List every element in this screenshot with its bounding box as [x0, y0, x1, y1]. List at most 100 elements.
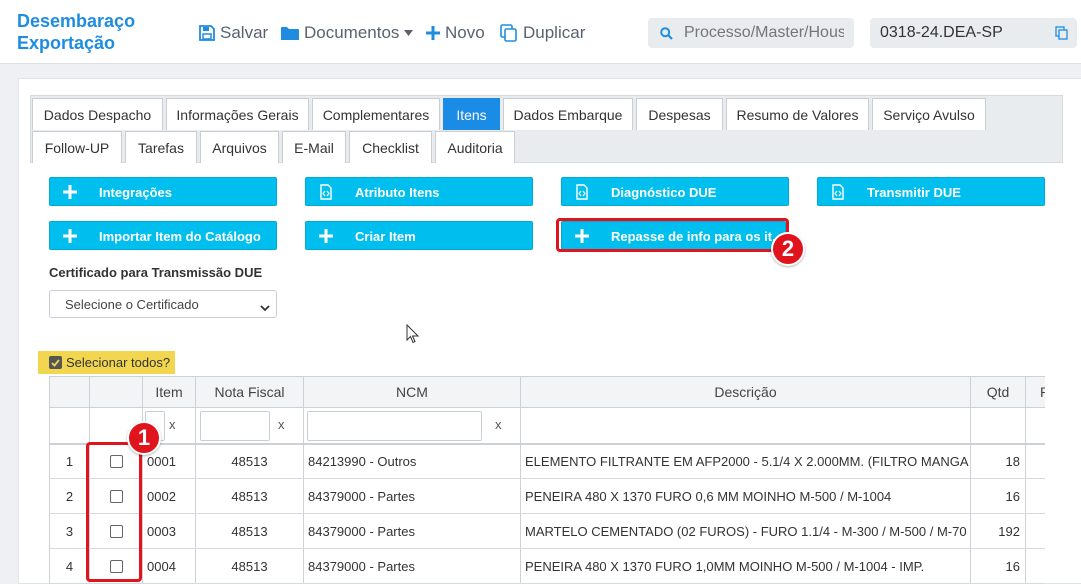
app-title-line2: Exportação — [17, 33, 116, 53]
header-nota-fiscal[interactable]: Nota Fiscal — [196, 377, 304, 407]
row-descricao: PENEIRA 480 X 1370 FURO 0,6 MM MOINHO M-… — [521, 479, 971, 513]
annotation-badge-1: 1 — [127, 421, 161, 455]
duplicate-label: Duplicar — [523, 23, 586, 42]
row-qtd: 18 — [971, 445, 1026, 478]
copy-process-icon[interactable] — [1055, 26, 1069, 45]
criar-item-button[interactable]: Criar Item — [305, 221, 533, 250]
certificate-selected: Selecione o Certificado — [65, 296, 199, 312]
save-button[interactable]: Salvar — [199, 20, 268, 46]
select-all-toggle[interactable]: Selecionar todos? — [38, 351, 175, 374]
table-row[interactable]: 3 0003 48513 84379000 - Partes MARTELO C… — [50, 514, 1045, 549]
table-row[interactable]: 1 0001 48513 84213990 - Outros ELEMENTO … — [50, 444, 1045, 479]
row-descricao: MARTELO CEMENTADO (02 FUROS) - FURO 1.1/… — [521, 514, 971, 548]
row-ncm: 84213990 - Outros — [304, 445, 521, 478]
row-descricao: PENEIRA 480 X 1370 FURO 1,0MM MOINHO M-5… — [521, 549, 971, 583]
tab-tarefas[interactable]: Tarefas — [125, 131, 197, 163]
header-select — [90, 377, 143, 407]
filter-cell-ncm: x — [304, 408, 521, 443]
tab-arquivos[interactable]: Arquivos — [200, 131, 279, 163]
tab-e-mail[interactable]: E-Mail — [282, 131, 346, 163]
new-button[interactable]: Novo — [426, 20, 485, 46]
process-number-field[interactable]: 0318-24.DEA-SP — [870, 18, 1077, 48]
tab-follow-up[interactable]: Follow-UP — [32, 131, 122, 163]
items-table: Item Nota Fiscal NCM Descrição Qtd P x x… — [49, 376, 1045, 584]
duplicate-button[interactable]: Duplicar — [500, 20, 585, 46]
filter-nota-fiscal-clear[interactable]: x — [278, 417, 285, 432]
row-qtd: 192 — [971, 514, 1026, 548]
row-nota-fiscal: 48513 — [196, 514, 304, 548]
annotation-highlight-1 — [86, 442, 142, 582]
row-number: 4 — [50, 549, 90, 583]
filter-cell-nota-fiscal: x — [196, 408, 304, 443]
tab-auditoria[interactable]: Auditoria — [435, 131, 515, 163]
tab-itens[interactable]: Itens — [443, 98, 500, 130]
tab-complementares[interactable]: Complementares — [312, 98, 440, 130]
row-extra — [1026, 445, 1045, 478]
header-descricao[interactable]: Descrição — [521, 377, 971, 407]
transmitir-due-label: Transmitir DUE — [867, 185, 961, 200]
top-bar: Desembaraço Exportação Salvar Documentos… — [0, 0, 1081, 64]
criar-item-label: Criar Item — [355, 229, 416, 244]
filter-item-clear[interactable]: x — [169, 417, 176, 432]
filter-cell-descricao — [521, 408, 971, 443]
filter-nota-fiscal-input[interactable] — [200, 411, 270, 441]
header-item[interactable]: Item — [143, 377, 196, 407]
plus-icon — [426, 26, 440, 40]
table-row[interactable]: 4 0004 48513 84379000 - Partes PENEIRA 4… — [50, 549, 1045, 584]
row-item: 0004 — [143, 549, 196, 583]
folder-icon — [281, 26, 299, 41]
filter-cell-qtd — [971, 408, 1026, 443]
certificate-select[interactable]: Selecione o Certificado — [49, 290, 277, 318]
row-item: 0003 — [143, 514, 196, 548]
tab-resumo-de-valores[interactable]: Resumo de Valores — [726, 98, 869, 130]
filter-cell-blank — [50, 408, 90, 443]
atributo-itens-button[interactable]: Atributo Itens — [305, 177, 533, 206]
save-icon — [199, 25, 215, 41]
app-title: Desembaraço Exportação — [17, 10, 135, 54]
row-extra — [1026, 514, 1045, 548]
new-label: Novo — [445, 23, 485, 42]
filter-cell-extra — [1026, 408, 1045, 443]
row-ncm: 84379000 - Partes — [304, 514, 521, 548]
row-ncm: 84379000 - Partes — [304, 549, 521, 583]
importar-item-label: Importar Item do Catálogo — [99, 229, 261, 244]
row-extra — [1026, 479, 1045, 513]
diagnostico-due-button[interactable]: Diagnóstico DUE — [561, 177, 789, 206]
filter-ncm-clear[interactable]: x — [495, 417, 502, 432]
row-descricao: ELEMENTO FILTRANTE EM AFP2000 - 5.1/4 X … — [521, 445, 971, 478]
atributo-itens-label: Atributo Itens — [355, 185, 440, 200]
row-nota-fiscal: 48513 — [196, 549, 304, 583]
documents-label: Documentos — [304, 23, 400, 42]
row-number: 1 — [50, 445, 90, 478]
mouse-cursor-icon — [406, 323, 420, 347]
tab-dados-despacho[interactable]: Dados Despacho — [32, 98, 163, 130]
importar-item-catalogo-button[interactable]: Importar Item do Catálogo — [49, 221, 277, 250]
code-file-icon — [574, 184, 590, 200]
row-qtd: 16 — [971, 549, 1026, 583]
documents-dropdown[interactable]: Documentos — [281, 20, 414, 46]
plus-icon — [62, 184, 78, 200]
process-search — [648, 18, 854, 48]
header-ncm[interactable]: NCM — [304, 377, 521, 407]
tab-despesas[interactable]: Despesas — [636, 98, 723, 130]
code-file-icon — [318, 184, 334, 200]
save-label: Salvar — [220, 23, 269, 42]
header-row-number — [50, 377, 90, 407]
row-number: 3 — [50, 514, 90, 548]
tab-checklist[interactable]: Checklist — [349, 131, 432, 163]
diagnostico-due-label: Diagnóstico DUE — [611, 185, 717, 200]
process-number: 0318-24.DEA-SP — [880, 24, 1003, 41]
search-input[interactable] — [684, 24, 844, 42]
filter-ncm-input[interactable] — [307, 411, 482, 441]
tab-servico-avulso[interactable]: Serviço Avulso — [872, 98, 986, 130]
header-extra[interactable]: P — [1026, 377, 1045, 407]
table-row[interactable]: 2 0002 48513 84379000 - Partes PENEIRA 4… — [50, 479, 1045, 514]
checkbox-checked-icon[interactable] — [49, 356, 62, 369]
row-number: 2 — [50, 479, 90, 513]
tab-dados-embarque[interactable]: Dados Embarque — [503, 98, 633, 130]
integracoes-button[interactable]: Integrações — [49, 177, 277, 206]
header-qtd[interactable]: Qtd — [971, 377, 1026, 407]
app-title-line1: Desembaraço — [17, 11, 136, 31]
transmitir-due-button[interactable]: Transmitir DUE — [817, 177, 1045, 206]
tab-informacoes-gerais[interactable]: Informações Gerais — [166, 98, 309, 130]
